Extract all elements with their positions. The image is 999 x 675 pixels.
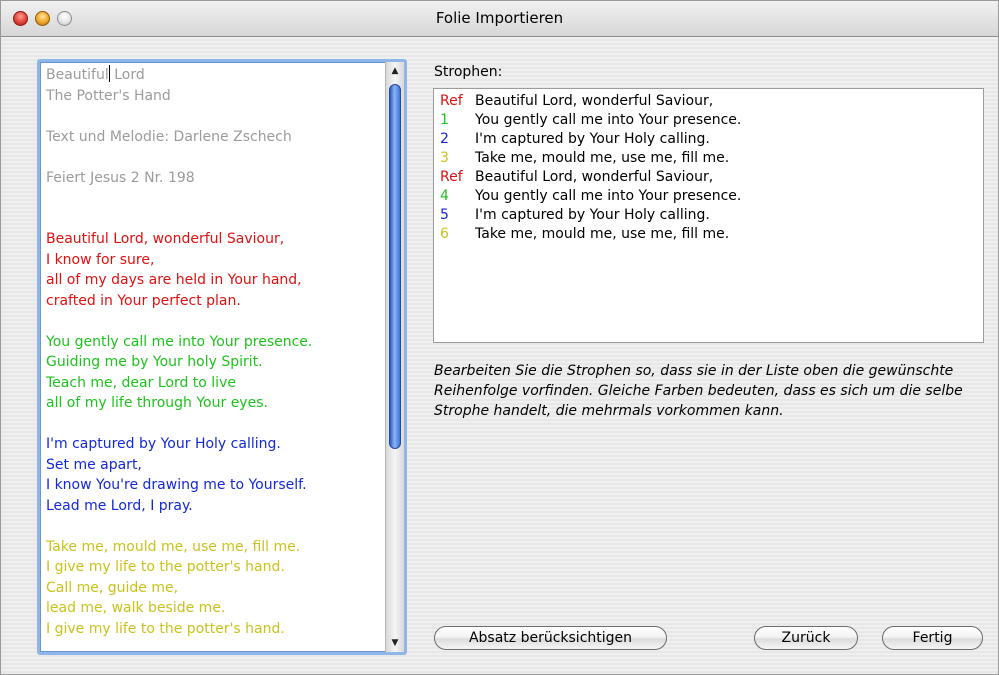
lyrics-line: I know You're drawing me to Yourself. [46,477,307,493]
strophe-tag: Ref [440,93,463,109]
lyrics-line: all of my life through Your eyes. [46,395,268,411]
strophe-text: Take me, mould me, use me, fill me. [475,226,730,242]
strophe-item[interactable]: Ref Beautiful Lord, wonderful Saviour, [440,169,713,187]
lyrics-blank-line [46,516,387,537]
strophe-text: Take me, mould me, use me, fill me. [475,150,730,166]
strophe-tag: 2 [440,131,449,147]
lyrics-line: Beautiful Lord [46,65,145,83]
strophe-item[interactable]: Ref Beautiful Lord, wonderful Saviour, [440,93,713,111]
strophen-label: Strophen: [434,64,503,80]
lyrics-line: I'm captured by Your Holy calling. [46,436,281,452]
instruction-text: Bearbeiten Sie die Strophen so, dass sie… [434,363,963,419]
strophe-text: You gently call me into Your presence. [475,188,742,204]
strophe-text: I'm captured by Your Holy calling. [475,207,710,223]
lyrics-blank-line [46,209,387,230]
title-bar: Folie Importieren [1,1,998,37]
strophe-item[interactable]: 5 I'm captured by Your Holy calling. [440,207,710,225]
lyrics-blank-line [46,188,387,209]
lyrics-line: I give my life to the potter's hand. [46,559,285,575]
lyrics-text[interactable]: Beautiful Lord The Potter's Hand Text und … [43,65,387,649]
lyrics-line: Beautiful Lord, wonderful Saviour, [46,231,285,247]
lyrics-line: Call me, guide me, [46,579,179,596]
strophe-item[interactable]: 4 You gently call me into Your presence. [440,188,741,206]
lyrics-line: Teach me, dear Lord to live [46,374,236,391]
done-button[interactable]: Fertig [882,626,983,650]
strophe-text: You gently call me into Your presence. [475,112,742,128]
lyrics-line: crafted in Your perfect plan. [46,292,241,309]
lyrics-scrollbar[interactable]: ▲ ▼ [385,62,404,652]
back-button[interactable]: Zurück [754,626,858,650]
strophe-item[interactable]: 3 Take me, mould me, use me, fill me. [440,150,729,168]
strophe-item[interactable]: 1 You gently call me into Your presence. [440,112,741,130]
strophe-text: I'm captured by Your Holy calling. [475,131,710,147]
lyrics-blank-line [46,311,387,332]
lyrics-blank-line [46,106,387,127]
lyrics-line: Lead me Lord, I pray. [46,497,193,514]
lyrics-line: Feiert Jesus 2 Nr. 198 [46,169,195,186]
strophe-tag: 5 [440,207,449,223]
strophe-text: Beautiful Lord, wonderful Saviour, [475,169,714,185]
strophe-tag: Ref [440,169,463,185]
import-slide-window: Folie Importieren Beautiful Lord The Pott… [0,0,999,675]
lyrics-line: I give my life to the potter's hand. [46,620,285,637]
down-arrow-icon[interactable]: ▼ [386,636,404,650]
lyrics-line: The Potter's Hand [46,87,171,104]
strophen-list[interactable]: Ref Beautiful Lord, wonderful Saviour, 1 Yo… [433,88,984,343]
absatz-button[interactable]: Absatz berücksichtigen [434,626,667,650]
up-arrow-icon[interactable]: ▲ [386,64,404,78]
lyrics-line: Set me apart, [46,456,142,473]
lyrics-line: I know for sure, [46,251,155,268]
lyrics-line: Guiding me by Your holy Spirit. [46,354,263,370]
lyrics-line: You gently call me into Your presence. [46,333,313,350]
strophe-tag: 6 [440,226,449,242]
lyrics-line: lead me, walk beside me. [46,600,226,616]
lyrics-blank-line [46,414,387,435]
scroll-thumb[interactable] [389,84,401,449]
strophe-item[interactable]: 6 Take me, mould me, use me, fill me. [440,226,729,244]
lyrics-line: Take me, mould me, use me, fill me. [46,538,301,555]
lyrics-blank-line [46,147,387,168]
strophe-text: Beautiful Lord, wonderful Saviour, [475,93,714,109]
strophe-tag: 4 [440,188,449,204]
lyrics-line: all of my days are held in Your hand, [46,272,302,288]
window-title: Folie Importieren [435,9,564,27]
strophe-tag: 1 [440,112,449,128]
strophe-tag: 3 [440,150,449,166]
lyrics-text-area[interactable]: Beautiful Lord The Potter's Hand Text und … [37,59,407,655]
lyrics-line: Text und Melodie: Darlene Zschech [46,128,292,145]
strophe-item[interactable]: 2 I'm captured by Your Holy calling. [440,131,710,149]
